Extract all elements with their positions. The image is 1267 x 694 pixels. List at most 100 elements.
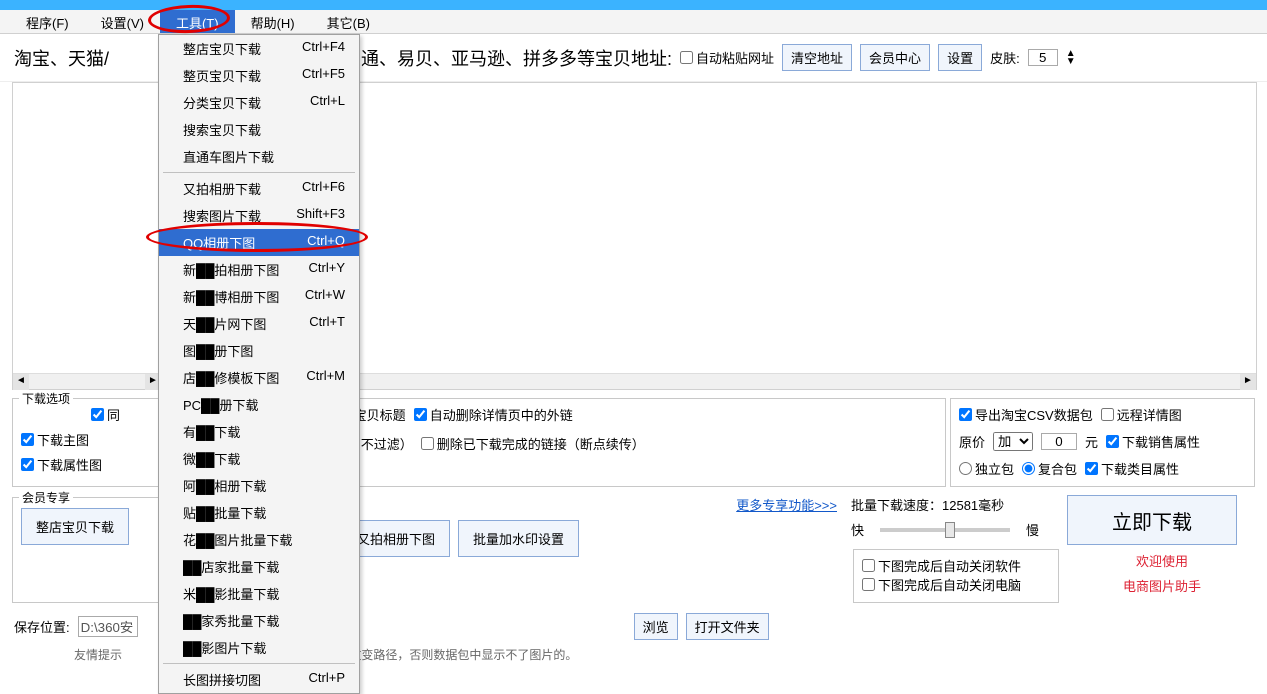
dropdown-item-shortcut: Ctrl+M	[306, 368, 345, 387]
save-path-input[interactable]	[78, 616, 138, 637]
auto-paste-checkbox[interactable]: 自动粘贴网址	[680, 48, 774, 67]
skin-spinner[interactable]: ▲▼	[1066, 50, 1076, 66]
addr-suffix: 速卖通、易贝、亚马逊、拼多多等宝贝地址:	[325, 45, 672, 71]
dropdown-item[interactable]: 新██拍相册下图Ctrl+Y	[159, 256, 359, 283]
dropdown-item-shortcut: Ctrl+Y	[309, 260, 345, 279]
dropdown-item[interactable]: 花██图片批量下载	[159, 526, 359, 553]
tools-dropdown: 整店宝贝下载 Ctrl+F4 整页宝贝下载Ctrl+F5分类宝贝下载Ctrl+L 搜索…	[158, 34, 360, 694]
dropdown-item-label: 搜索图片下载	[183, 206, 261, 225]
clear-address-button[interactable]: 清空地址	[782, 44, 852, 71]
menu-help[interactable]: 帮助(H)	[235, 10, 311, 33]
auto-del-links-checkbox[interactable]: 自动删除详情页中的外链	[414, 405, 573, 424]
skin-input[interactable]	[1028, 49, 1058, 66]
price-op-select[interactable]: 加	[993, 432, 1033, 451]
dropdown-item-label: 搜索宝贝下载	[183, 120, 261, 139]
dropdown-item-label: ██店家批量下载	[183, 557, 279, 576]
dropdown-item-label: 又拍相册下载	[183, 179, 261, 198]
dropdown-item[interactable]: PC██册下载	[159, 391, 359, 418]
indep-pack-radio[interactable]: 独立包	[959, 459, 1014, 478]
dropdown-item-label: ██家秀批量下载	[183, 611, 279, 630]
skin-label: 皮肤:	[990, 48, 1020, 67]
settings-button[interactable]: 设置	[938, 44, 982, 71]
dropdown-item[interactable]: 整页宝贝下载Ctrl+F5	[159, 62, 359, 89]
dropdown-item[interactable]: 米██影批量下载	[159, 580, 359, 607]
dropdown-item-label: 长图拼接切图	[183, 670, 261, 689]
more-funcs-link[interactable]: 更多专享功能>>>	[736, 495, 837, 514]
menu-other[interactable]: 其它(B)	[311, 10, 386, 33]
dropdown-item[interactable]: 图██册下图	[159, 337, 359, 364]
close-pc-checkbox[interactable]: 下图完成后自动关闭电脑	[862, 575, 1021, 594]
dropdown-item-shortcut: Ctrl+T	[309, 314, 345, 333]
price-value-input[interactable]	[1041, 433, 1077, 450]
del-done-checkbox[interactable]: 删除已下载完成的链接（断点续传）	[421, 434, 645, 453]
menu-program[interactable]: 程序(F)	[10, 10, 85, 33]
yuan-label: 元	[1085, 432, 1098, 451]
member-group: 会员专享 整店宝贝下载	[12, 497, 162, 603]
speed-slider[interactable]	[880, 528, 1010, 532]
member-center-button[interactable]: 会员中心	[860, 44, 930, 71]
dropdown-item[interactable]: 阿██相册下载	[159, 472, 359, 499]
dropdown-item-shortcut: Ctrl+F4	[302, 39, 345, 58]
csv-export-checkbox[interactable]: 导出淘宝CSV数据包	[959, 405, 1093, 424]
close-soft-checkbox[interactable]: 下图完成后自动关闭软件	[862, 556, 1021, 575]
dropdown-item-shortcut: Ctrl+L	[310, 93, 345, 112]
dropdown-item-label: 米██影批量下载	[183, 584, 279, 603]
same-checkbox[interactable]: 同	[91, 405, 153, 424]
dropdown-item-label: 整店宝贝下载	[183, 39, 261, 58]
left-list-pane: ◄ ►	[12, 82, 162, 390]
dropdown-item[interactable]: QQ相册下图Ctrl+Q	[159, 229, 359, 256]
remote-detail-checkbox[interactable]: 远程详情图	[1101, 405, 1182, 424]
dropdown-item[interactable]: 微██下载	[159, 445, 359, 472]
main-img-checkbox[interactable]: 下载主图	[21, 430, 153, 449]
speed-label: 批量下载速度：	[851, 498, 942, 513]
compound-pack-radio[interactable]: 复合包	[1022, 459, 1077, 478]
dropdown-item-label: ██影图片下载	[183, 638, 266, 657]
dropdown-item[interactable]: ██店家批量下载	[159, 553, 359, 580]
download-options-legend: 下载选项	[19, 390, 73, 407]
open-folder-button[interactable]: 打开文件夹	[686, 613, 769, 640]
browse-button[interactable]: 浏览	[634, 613, 678, 640]
dropdown-item[interactable]: ██家秀批量下载	[159, 607, 359, 634]
dropdown-item-shortcut: Ctrl+F6	[302, 179, 345, 198]
download-now-button[interactable]: 立即下载	[1067, 495, 1237, 545]
dropdown-item[interactable]: 直通车图片下载	[159, 143, 359, 170]
watermark-button[interactable]: 批量加水印设置	[458, 520, 579, 557]
dropdown-item-label: QQ相册下图	[183, 233, 255, 252]
speed-value: 12581毫秒	[942, 498, 1004, 513]
slow-label: 慢	[1026, 520, 1039, 539]
member-legend: 会员专享	[19, 489, 73, 506]
slider-thumb[interactable]	[945, 522, 955, 538]
dropdown-item[interactable]: 分类宝贝下载Ctrl+L	[159, 89, 359, 116]
dropdown-item[interactable]: 整店宝贝下载 Ctrl+F4	[159, 35, 359, 62]
dropdown-item-label: 新██博相册下图	[183, 287, 279, 306]
welcome-text-1: 欢迎使用	[1067, 551, 1257, 570]
scroll-left-icon[interactable]: ◄	[13, 374, 29, 390]
menu-settings[interactable]: 设置(V)	[85, 10, 160, 33]
dropdown-item[interactable]: 搜索宝贝下载	[159, 116, 359, 143]
addr-prefix: 淘宝、天猫/	[14, 45, 109, 71]
dropdown-item[interactable]: 有██下载	[159, 418, 359, 445]
attr-img-checkbox[interactable]: 下载属性图	[21, 455, 153, 474]
dropdown-item[interactable]: 搜索图片下载 Shift+F3	[159, 202, 359, 229]
cat-attr-checkbox[interactable]: 下载类目属性	[1085, 459, 1179, 478]
dropdown-item[interactable]: 店██修模板下图 Ctrl+M	[159, 364, 359, 391]
scroll-right-icon[interactable]: ►	[1240, 374, 1256, 390]
export-options-group: 导出淘宝CSV数据包 远程详情图 原价 加 元 下载销售属性 独立包 复合包 下…	[950, 398, 1255, 487]
dropdown-item[interactable]: 新██博相册下图Ctrl+W	[159, 283, 359, 310]
dropdown-item-label: 微██下载	[183, 449, 240, 468]
dropdown-item-label: 阿██相册下载	[183, 476, 266, 495]
dropdown-item-label: 店██修模板下图	[183, 368, 279, 387]
dropdown-item-shortcut: Shift+F3	[296, 206, 345, 225]
dropdown-item[interactable]: 又拍相册下载 Ctrl+F6	[159, 175, 359, 202]
dropdown-separator	[163, 172, 355, 173]
sale-attr-checkbox[interactable]: 下载销售属性	[1106, 432, 1200, 451]
dropdown-item[interactable]: 天██片网下图Ctrl+T	[159, 310, 359, 337]
menu-tools[interactable]: 工具(T)	[160, 10, 235, 33]
dropdown-item[interactable]: 长图拼接切图Ctrl+P	[159, 666, 359, 693]
dropdown-item-label: 贴██批量下载	[183, 503, 266, 522]
dropdown-item[interactable]: ██影图片下载	[159, 634, 359, 661]
download-options-group: 下载选项 同 下载主图 下载属性图	[12, 398, 162, 487]
dropdown-item[interactable]: 贴██批量下载	[159, 499, 359, 526]
whole-store-button[interactable]: 整店宝贝下载	[21, 508, 129, 545]
scrollbar[interactable]: ◄ ►	[13, 373, 161, 389]
